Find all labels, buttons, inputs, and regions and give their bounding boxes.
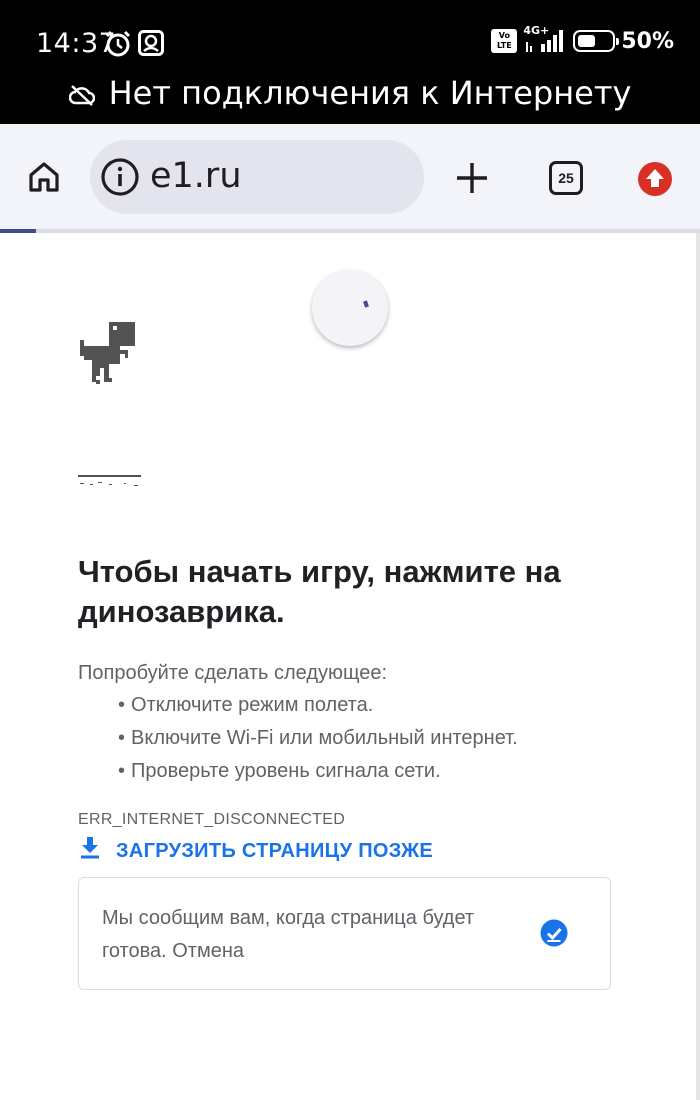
- download-icon: [80, 837, 100, 865]
- download-later-label[interactable]: ЗАГРУЗИТЬ СТРАНИЦУ ПОЗЖЕ: [116, 840, 433, 863]
- page-title: Чтобы начать игру, нажмите на динозаврик…: [78, 554, 561, 629]
- offline-banner-text: Нет подключения к Интернету: [108, 74, 632, 112]
- suggestion-item: Включите Wi-Fi или мобильный интернет.: [118, 723, 518, 756]
- page-load-progress: [0, 229, 700, 233]
- suggestions-heading: Попробуйте сделать следующее:: [78, 662, 388, 684]
- url-text[interactable]: e1.ru: [150, 156, 242, 196]
- download-later-button[interactable]: ЗАГРУЗИТЬ СТРАНИЦУ ПОЗЖЕ: [78, 837, 433, 865]
- progress-fill: [0, 229, 36, 233]
- update-arrow-icon[interactable]: [638, 162, 672, 201]
- volte-icon: Vo LTE: [491, 29, 518, 53]
- alarm-icon: [104, 30, 132, 63]
- battery-level: [578, 35, 596, 47]
- cloud-off-icon: [68, 76, 95, 114]
- battery-percent: 50%: [621, 28, 674, 54]
- browser-toolbar: e1.ru 25: [0, 124, 700, 230]
- suggestion-item: Проверьте уровень сигнала сети.: [118, 756, 518, 789]
- suggestions-list: Отключите режим полета. Включите Wi-Fi и…: [118, 690, 518, 789]
- info-icon[interactable]: [100, 157, 140, 202]
- battery-icon: [573, 30, 620, 52]
- suggestion-item: Отключите режим полета.: [118, 690, 518, 723]
- signal-icon: 4G+: [523, 24, 567, 54]
- error-code: ERR_INTERNET_DISCONNECTED: [78, 811, 346, 828]
- status-right: Vo LTE 4G+ 50%: [491, 24, 674, 54]
- app-notification-icon: [138, 30, 164, 61]
- address-bar[interactable]: e1.ru: [90, 140, 424, 214]
- home-icon[interactable]: [26, 159, 62, 200]
- offline-banner: Нет подключения к Интернету: [0, 74, 700, 114]
- plus-icon[interactable]: [454, 160, 490, 201]
- refresh-spinner: [312, 270, 388, 346]
- check-circle-icon: [540, 919, 568, 952]
- notification-text: Мы сообщим вам, когда страница будет гот…: [102, 907, 475, 962]
- tab-switcher-button[interactable]: 25: [549, 161, 583, 195]
- dino-ground-line: [78, 474, 142, 493]
- dino-icon[interactable]: [80, 322, 138, 389]
- notification-card: Мы сообщим вам, когда страница будет гот…: [78, 877, 611, 990]
- scrollbar[interactable]: [696, 233, 700, 1100]
- status-bar: 14:37 Vo LTE 4G+ 50% Нет подключения к И…: [0, 0, 700, 124]
